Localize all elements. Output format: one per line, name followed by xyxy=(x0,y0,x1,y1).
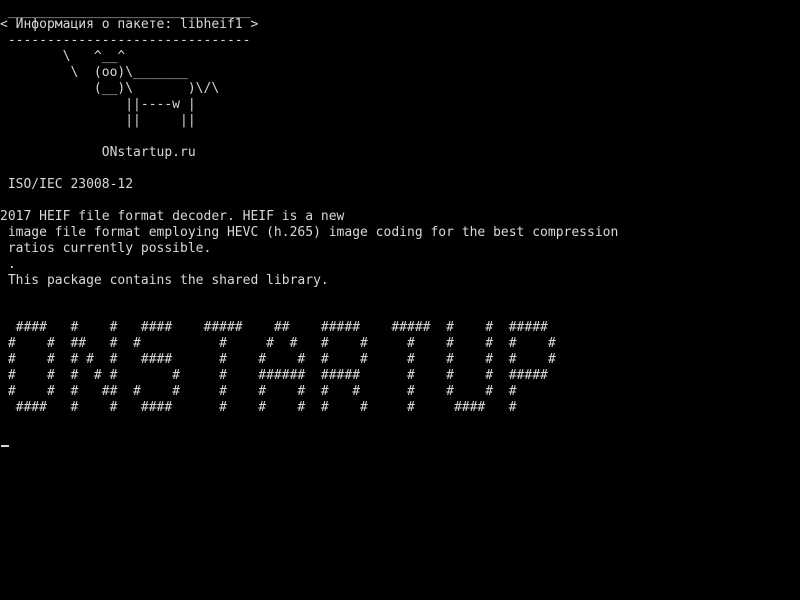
banner-line: # # ## # # # # # # # # # # # # xyxy=(0,336,556,351)
cow-art-line: ||----w | xyxy=(0,97,196,112)
section-label: ISO/IEC 23008-12 xyxy=(0,177,134,192)
cow-art-line: \ ^__^ xyxy=(0,49,126,64)
description-line: This package contains the shared library… xyxy=(0,273,329,288)
description-line: ratios currently possible. xyxy=(0,241,212,256)
description-line: 2017 HEIF file format decoder. HEIF is a… xyxy=(0,209,345,224)
banner-line: # # # # # # # ###### ##### # # # ##### xyxy=(0,368,548,383)
banner-line: # # # ## # # # # # # # # # # # xyxy=(0,384,517,399)
cow-art-line: \ (oo)\_______ xyxy=(0,65,188,80)
banner-line: #### # # #### # # # # # # #### # xyxy=(0,400,517,415)
cowsay-bottom-border: ------------------------------- xyxy=(0,33,251,48)
banner-line: # # # # # #### # # # # # # # # # # xyxy=(0,352,556,367)
description-line: . xyxy=(0,257,16,272)
description-line: image file format employing HEVC (h.265)… xyxy=(0,225,619,240)
text-cursor xyxy=(1,445,9,447)
cow-art-line: (__)\ )\/\ xyxy=(0,81,220,96)
banner-line: #### # # #### ##### ## ##### ##### # # #… xyxy=(0,320,548,335)
cowsay-speech: < Информация о пакете: libheif1 > xyxy=(0,17,259,32)
site-label: ONstartup.ru xyxy=(0,145,196,160)
cow-art-line: || || xyxy=(0,113,196,128)
terminal-screen[interactable]: _______________________________ < Информ… xyxy=(0,0,800,600)
